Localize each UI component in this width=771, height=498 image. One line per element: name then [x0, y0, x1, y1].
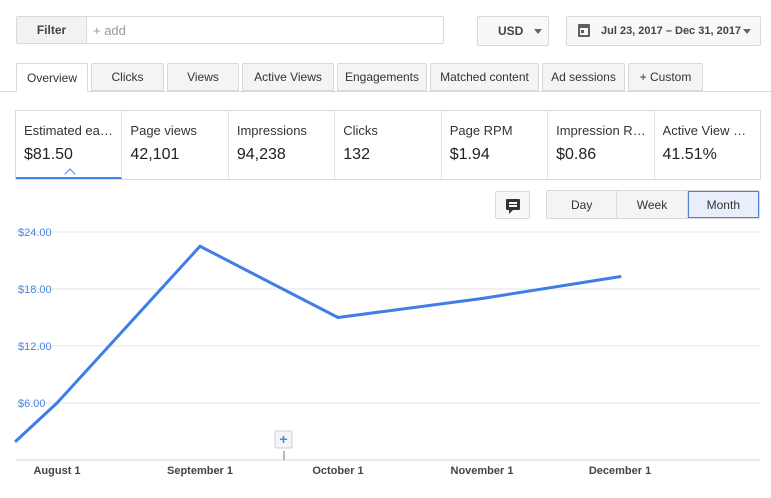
- metric-clicks[interactable]: Clicks 132: [335, 111, 442, 179]
- currency-label: USD: [498, 24, 524, 38]
- metric-label: Page RPM: [449, 123, 513, 138]
- tab-matched-content[interactable]: Matched content: [430, 63, 539, 91]
- period-toggle: Day Week Month: [546, 190, 760, 219]
- filter-bar: Filter: [16, 16, 444, 44]
- filter-button[interactable]: Filter: [17, 17, 87, 43]
- metric-label: Active View Viewable: [662, 123, 760, 138]
- y-tick-label: $12.00: [18, 341, 52, 353]
- tab-active-views[interactable]: Active Views: [242, 63, 334, 91]
- selected-indicator: [64, 168, 76, 177]
- y-tick-label: $24.00: [18, 227, 52, 239]
- tabs-divider: [0, 91, 771, 92]
- currency-dropdown[interactable]: USD: [477, 16, 549, 46]
- metric-label: Impression RPM: [556, 123, 653, 138]
- metric-value: $1.94: [449, 146, 490, 163]
- data-point[interactable]: [618, 275, 622, 279]
- metric-impressions[interactable]: Impressions 94,238: [229, 111, 336, 179]
- tab-label: Overview: [26, 70, 77, 85]
- data-point[interactable]: [55, 401, 59, 405]
- tab-label: Clicks: [111, 70, 144, 84]
- date-range-picker[interactable]: Jul 23, 2017 – Dec 31, 2017: [566, 16, 761, 46]
- metric-label: Clicks: [343, 123, 378, 138]
- tab-ad-sessions[interactable]: Ad sessions: [542, 63, 625, 91]
- tab-overview[interactable]: Overview: [16, 63, 88, 92]
- calendar-icon: [578, 24, 590, 37]
- metric-value: 41.51%: [662, 146, 717, 163]
- metric-value: 94,238: [236, 146, 286, 163]
- metric-estimated-earnings[interactable]: Estimated earnings $81.50: [16, 111, 123, 179]
- period-label: Week: [636, 197, 668, 212]
- metric-page-views[interactable]: Page views 42,101: [122, 111, 229, 179]
- metric-active-view-viewable[interactable]: Active View Viewable 41.51%: [655, 111, 760, 179]
- metric-impression-rpm[interactable]: Impression RPM $0.86: [548, 111, 655, 179]
- period-day-button[interactable]: Day: [547, 191, 618, 218]
- tab-custom[interactable]: + Custom: [628, 63, 703, 91]
- x-tick-label: November 1: [451, 465, 514, 477]
- metric-value: 42,101: [130, 146, 180, 163]
- filter-input[interactable]: [87, 17, 443, 43]
- report-tabs: Overview Clicks Views Active Views Engag…: [16, 63, 706, 92]
- annotation-button[interactable]: [495, 191, 530, 219]
- comment-icon: [506, 199, 520, 214]
- tab-engagements[interactable]: Engagements: [337, 63, 427, 91]
- add-annotation-marker[interactable]: +: [274, 430, 293, 460]
- tab-label: Views: [187, 70, 219, 84]
- tab-label: Matched content: [440, 70, 529, 84]
- plus-icon: +: [279, 431, 287, 447]
- tab-views[interactable]: Views: [167, 63, 239, 91]
- chevron-down-icon: [534, 29, 542, 34]
- tab-label: + Custom: [639, 70, 692, 84]
- x-tick-label: December 1: [589, 465, 651, 477]
- data-point[interactable]: [480, 297, 484, 300]
- filter-button-label: Filter: [36, 23, 67, 37]
- period-label: Day: [570, 197, 593, 212]
- date-range-label: Jul 23, 2017 – Dec 31, 2017: [601, 25, 742, 37]
- earnings-line-chart: $6.00 $12.00 $18.00 $24.00 August 1 Septembe…: [14, 227, 760, 477]
- metric-page-rpm[interactable]: Page RPM $1.94: [442, 111, 549, 179]
- metric-label: Page views: [130, 123, 197, 138]
- data-point[interactable]: [336, 316, 340, 319]
- earnings-series-line[interactable]: [14, 244, 621, 443]
- chevron-down-icon: [743, 29, 751, 34]
- data-point[interactable]: [14, 439, 18, 443]
- tab-label: Engagements: [344, 70, 420, 84]
- x-tick-label: October 1: [312, 465, 363, 477]
- metric-value: $0.86: [556, 146, 597, 163]
- metric-label: Impressions: [236, 123, 307, 138]
- y-tick-label: $6.00: [18, 398, 46, 410]
- x-tick-label: September 1: [167, 465, 233, 477]
- period-week-button[interactable]: Week: [617, 191, 688, 218]
- metric-label: Estimated earnings: [24, 123, 122, 138]
- tab-label: Ad sessions: [551, 70, 616, 84]
- tab-clicks[interactable]: Clicks: [91, 63, 164, 91]
- x-tick-label: August 1: [33, 465, 80, 477]
- metric-value: $81.50: [24, 146, 73, 163]
- metric-scorecards: Estimated earnings $81.50 Page views 42,…: [15, 110, 761, 180]
- period-label: Month: [706, 197, 740, 212]
- period-month-button[interactable]: Month: [687, 191, 759, 218]
- y-tick-label: $18.00: [18, 284, 52, 296]
- data-point[interactable]: [198, 244, 202, 248]
- metric-value: 132: [343, 146, 370, 163]
- tab-label: Active Views: [254, 70, 322, 84]
